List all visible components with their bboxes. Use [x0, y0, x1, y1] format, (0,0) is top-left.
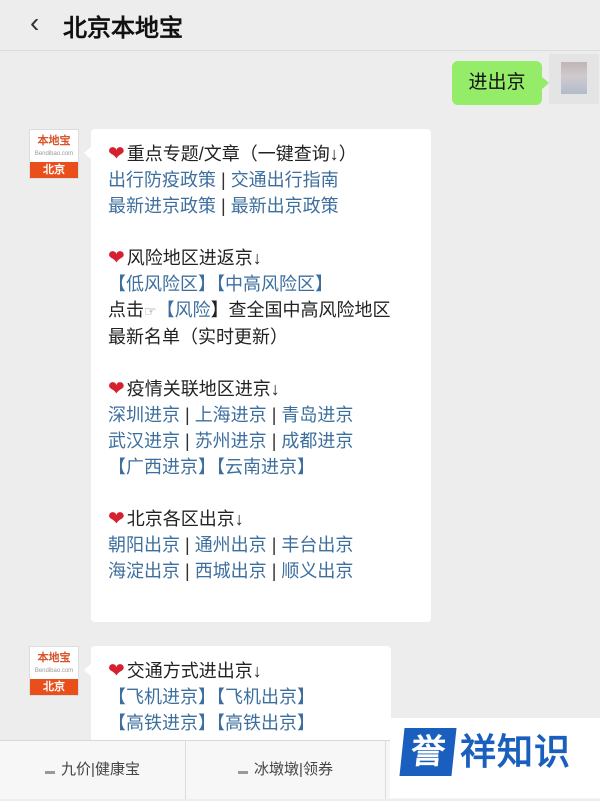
logo-subtext: Bendibao.com: [34, 151, 74, 157]
bracket: 【: [108, 274, 126, 294]
link-traffic-guide[interactable]: 交通出行指南: [231, 170, 339, 190]
link-row: 武汉进京 | 苏州进京 | 成都进京: [108, 428, 421, 454]
avatar-image: [561, 62, 587, 94]
separator: |: [180, 405, 195, 425]
link-chaoyang[interactable]: 朝阳出京: [108, 535, 180, 555]
section-title: ❤ 北京各区出京↓: [108, 508, 244, 530]
logo-text: 本地宝: [37, 652, 71, 664]
heart-icon: ❤: [108, 143, 125, 165]
risk-text: 】查全国中高风险地区: [210, 300, 391, 320]
bracket: 】【: [198, 457, 225, 477]
page-title: 北京本地宝: [63, 15, 183, 42]
link-train-out[interactable]: 高铁出京: [225, 713, 297, 733]
watermark: 誉 祥知识: [390, 718, 600, 798]
bracket: 】: [315, 274, 333, 294]
link-row: 【低风险区】【中高风险区】: [108, 271, 421, 297]
heart-icon: ❤: [108, 660, 125, 682]
heart-icon: ❤: [108, 247, 125, 269]
separator: |: [216, 196, 231, 216]
link-guangxi[interactable]: 广西进京: [126, 457, 198, 477]
pointing-hand-icon: ☞: [144, 303, 157, 319]
link-chengdu[interactable]: 成都进京: [281, 431, 353, 451]
menu-item-health[interactable]: ▬ 九价|健康宝: [0, 741, 186, 799]
separator: |: [180, 535, 195, 555]
bracket: 】: [297, 713, 315, 733]
bracket: 【: [108, 457, 126, 477]
link-shunyi[interactable]: 顺义出京: [281, 561, 353, 581]
separator: |: [216, 170, 231, 190]
bracket: 【: [108, 713, 126, 733]
link-row: 【高铁进京】【高铁出京】: [108, 710, 381, 736]
link-suzhou[interactable]: 苏州进京: [195, 431, 267, 451]
link-enter-policy[interactable]: 最新进京政策: [108, 196, 216, 216]
top-bar: ‹ 北京本地宝: [0, 0, 600, 51]
link-plane-out[interactable]: 飞机出京: [225, 687, 297, 707]
bot-avatar[interactable]: 本地宝 Bendibao.com 北京: [29, 129, 79, 179]
outgoing-message[interactable]: 进出京: [452, 61, 549, 105]
link-train-in[interactable]: 高铁进京: [126, 713, 198, 733]
bracket: 】【: [198, 687, 225, 707]
link-row: 朝阳出京 | 通州出京 | 丰台出京: [108, 532, 421, 558]
bracket: 】【: [198, 274, 225, 294]
link-high-risk[interactable]: 中高风险区: [225, 274, 315, 294]
incoming-message: ❤ 交通方式进出京↓ 【飞机进京】【飞机出京】 【高铁进京】【高铁出京】: [84, 646, 391, 746]
link-exit-policy[interactable]: 最新出京政策: [231, 196, 339, 216]
separator: |: [266, 561, 282, 581]
heart-icon: ❤: [108, 378, 125, 400]
section-title: ❤ 疫情关联地区进京↓: [108, 378, 280, 400]
heart-icon: ❤: [108, 508, 125, 530]
menu-icon: ▬: [238, 766, 249, 777]
menu-icon: ▬: [45, 766, 56, 777]
link-row: 最新进京政策 | 最新出京政策: [108, 193, 421, 219]
link-yunnan[interactable]: 云南进京: [225, 457, 297, 477]
logo-city: 北京: [30, 679, 78, 695]
section-title: ❤ 交通方式进出京↓: [108, 660, 262, 682]
logo-city: 北京: [30, 162, 78, 178]
text-row: 点击☞【风险】查全国中高风险地区: [108, 297, 421, 324]
separator: |: [180, 561, 195, 581]
link-row: 【飞机进京】【飞机出京】: [108, 684, 381, 710]
link-risk[interactable]: 风险: [175, 300, 211, 320]
link-shenzhen[interactable]: 深圳进京: [108, 405, 180, 425]
link-haidian[interactable]: 海淀出京: [108, 561, 180, 581]
link-qingdao[interactable]: 青岛进京: [281, 405, 353, 425]
separator: |: [266, 431, 282, 451]
watermark-text: 祥知识: [460, 731, 572, 772]
separator: |: [266, 405, 282, 425]
menu-item-coupon[interactable]: ▬ 冰墩墩|领券: [186, 741, 386, 799]
logo-subtext: Bendibao.com: [34, 668, 74, 674]
bracket: 【: [156, 300, 175, 320]
user-avatar[interactable]: [549, 54, 599, 104]
separator: |: [266, 535, 282, 555]
click-text: 点击: [108, 300, 144, 320]
link-travel-policy[interactable]: 出行防疫政策: [108, 170, 216, 190]
link-shanghai[interactable]: 上海进京: [195, 405, 267, 425]
section-title: ❤ 重点专题/文章（一键查询↓）: [108, 143, 357, 165]
link-fengtai[interactable]: 丰台出京: [281, 535, 353, 555]
link-plane-in[interactable]: 飞机进京: [126, 687, 198, 707]
link-row: 深圳进京 | 上海进京 | 青岛进京: [108, 402, 421, 428]
logo-text: 本地宝: [37, 135, 71, 147]
bracket: 】: [297, 687, 315, 707]
bracket: 【: [108, 687, 126, 707]
incoming-message: ❤ 重点专题/文章（一键查询↓） 出行防疫政策 | 交通出行指南 最新进京政策 |…: [84, 129, 431, 622]
link-tongzhou[interactable]: 通州出京: [195, 535, 267, 555]
link-row: 【广西进京】【云南进京】: [108, 454, 421, 480]
link-row: 海淀出京 | 西城出京 | 顺义出京: [108, 558, 421, 584]
bracket: 】: [297, 457, 315, 477]
chevron-left-icon[interactable]: ‹: [30, 9, 39, 37]
watermark-badge: 誉: [399, 728, 457, 776]
link-xicheng[interactable]: 西城出京: [195, 561, 267, 581]
link-low-risk[interactable]: 低风险区: [126, 274, 198, 294]
section-title: ❤ 风险地区进返京↓: [108, 247, 262, 269]
link-wuhan[interactable]: 武汉进京: [108, 431, 180, 451]
separator: |: [180, 431, 195, 451]
link-row: 出行防疫政策 | 交通出行指南: [108, 167, 421, 193]
realtime-text: 最新名单（实时更新）: [108, 327, 288, 347]
bot-avatar[interactable]: 本地宝 Bendibao.com 北京: [29, 646, 79, 696]
bracket: 】【: [198, 713, 225, 733]
